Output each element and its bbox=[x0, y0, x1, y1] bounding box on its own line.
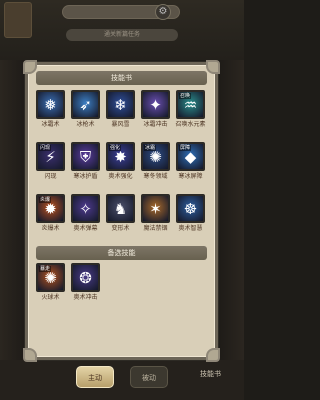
skill-icon-frame[interactable]: ❄ bbox=[106, 90, 135, 119]
settings-gear-icon[interactable]: ⚙ bbox=[155, 4, 171, 20]
skill-slot[interactable]: ✧ 奥术弹幕 bbox=[71, 194, 100, 240]
blizzard-icon: ❄ bbox=[114, 96, 127, 114]
skill-slot[interactable]: ❅ 冰霜术 bbox=[36, 90, 65, 136]
right-scenery bbox=[220, 60, 244, 400]
skill-icon-frame[interactable]: ⚡ 闪现 bbox=[36, 142, 65, 171]
skill-icon-frame[interactable]: ♞ bbox=[106, 194, 135, 223]
skill-tag: 召唤 bbox=[179, 93, 192, 99]
arcane-blast-icon: ❂ bbox=[79, 269, 92, 287]
skill-name: 寒冬领域 bbox=[143, 173, 168, 180]
skill-grid: ❅ 冰霜术 ➶ 冰枪术 ❄ 暴风雪 ✦ 冰霜冲击 ♒ 召唤 召唤水元素 ⚡ 闪现 闪现 ⛨ 寒冰护盾 ✸ 强化 奥术… bbox=[36, 90, 207, 240]
panel-corner-ornament bbox=[206, 60, 220, 74]
skill-name: 冰霜术 bbox=[41, 121, 60, 128]
skill-name: 闪现 bbox=[44, 173, 57, 180]
skill-slot[interactable]: ➶ 冰枪术 bbox=[71, 90, 100, 136]
skill-icon-frame[interactable]: ✧ bbox=[71, 194, 100, 223]
magic-bind-icon: ✶ bbox=[149, 200, 162, 218]
skill-icon-frame[interactable]: ✦ bbox=[141, 90, 170, 119]
equipped-skill-grid: ✺ 暴走火球术 ❂ 奥术冲击 bbox=[36, 263, 207, 309]
skill-tag: 屏障 bbox=[179, 145, 192, 151]
skill-slot[interactable]: ⚡ 闪现 闪现 bbox=[36, 142, 65, 188]
polymorph-icon: ♞ bbox=[113, 200, 128, 218]
panel-corner-ornament bbox=[23, 60, 37, 74]
skill-icon-frame[interactable]: ❂ bbox=[71, 263, 100, 292]
skill-icon-frame[interactable]: ♒ 召唤 bbox=[176, 90, 205, 119]
skill-name: 变形术 bbox=[111, 225, 130, 232]
bottom-nav-bar bbox=[0, 360, 244, 400]
skill-name: 奥术强化 bbox=[108, 173, 133, 180]
skill-icon-frame[interactable]: ✶ bbox=[141, 194, 170, 223]
skill-icon-frame[interactable]: ✸ 强化 bbox=[106, 142, 135, 171]
skill-slot[interactable]: ☸ 奥术智慧 bbox=[176, 194, 205, 240]
skill-icon-frame[interactable]: ❅ bbox=[36, 90, 65, 119]
tab-active-skills[interactable]: 主动 bbox=[76, 366, 114, 388]
frost-shock-icon: ✦ bbox=[149, 96, 162, 114]
skill-slot[interactable]: ♞ 变形术 bbox=[106, 194, 135, 240]
skill-name: 炎爆术 bbox=[41, 225, 60, 232]
skill-icon-frame[interactable]: ✺ 暴走 bbox=[36, 263, 65, 292]
skill-icon-frame[interactable]: ✹ 炎爆 bbox=[36, 194, 65, 223]
skill-tag: 闪现 bbox=[39, 145, 52, 151]
skill-icon-frame[interactable]: ✺ 冰霜 bbox=[141, 142, 170, 171]
skill-name: 火球术 bbox=[41, 294, 60, 301]
skill-tag: 炎爆 bbox=[39, 197, 52, 203]
skill-tag: 冰霜 bbox=[144, 145, 157, 151]
skill-name: 奥术智慧 bbox=[178, 225, 203, 232]
panel-corner-ornament bbox=[23, 348, 37, 362]
skill-slot[interactable]: ✶ 魔法禁锢 bbox=[141, 194, 170, 240]
ice-shard-icon: ❅ bbox=[44, 96, 57, 114]
left-scenery bbox=[0, 60, 24, 400]
skill-name: 冰枪术 bbox=[76, 121, 95, 128]
skill-slot[interactable]: ✦ 冰霜冲击 bbox=[141, 90, 170, 136]
skill-tag: 暴走 bbox=[39, 266, 52, 272]
skill-icon-frame[interactable]: ◆ 屏障 bbox=[176, 142, 205, 171]
ice-lance-icon: ➶ bbox=[79, 96, 92, 114]
skill-icon-frame[interactable]: ➶ bbox=[71, 90, 100, 119]
skill-slot[interactable]: ♒ 召唤召唤水元素 bbox=[175, 90, 206, 136]
skill-name: 冰霜冲击 bbox=[143, 121, 168, 128]
equipped-skills-title: 备选技能 bbox=[36, 246, 207, 260]
skill-slot[interactable]: ✹ 炎爆炎爆术 bbox=[36, 194, 65, 240]
skill-slot[interactable]: ✺ 冰霜寒冬领域 bbox=[141, 142, 170, 188]
skill-name: 奥术冲击 bbox=[73, 294, 98, 301]
skill-name: 奥术弹幕 bbox=[73, 225, 98, 232]
skill-icon-frame[interactable]: ⛨ bbox=[71, 142, 100, 171]
skill-book-panel: 技能书 ❅ 冰霜术 ➶ 冰枪术 ❄ 暴风雪 ✦ 冰霜冲击 ♒ 召唤 召唤水元素 ⚡ 闪现 闪现 ⛨ 寒冰护盾 ✸… bbox=[23, 60, 220, 362]
skill-tag: 强化 bbox=[109, 145, 122, 151]
skill-slot[interactable]: ❂ 奥术冲击 bbox=[71, 263, 100, 309]
skill-name: 暴风雪 bbox=[111, 121, 130, 128]
bottom-nav-label[interactable]: 技能书 bbox=[200, 369, 221, 379]
ice-shield-icon: ⛨ bbox=[79, 148, 92, 166]
skill-slot[interactable]: ✸ 强化奥术强化 bbox=[106, 142, 135, 188]
skill-name: 寒冰护盾 bbox=[73, 173, 98, 180]
skill-name: 寒冰屏障 bbox=[178, 173, 203, 180]
arcane-wisdom-icon: ☸ bbox=[183, 200, 198, 218]
skill-icon-frame[interactable]: ☸ bbox=[176, 194, 205, 223]
skill-name: 召唤水元素 bbox=[175, 121, 206, 128]
skill-slot[interactable]: ❄ 暴风雪 bbox=[106, 90, 135, 136]
task-banner[interactable]: 通关新篇任务 bbox=[66, 29, 178, 41]
skill-name: 魔法禁锢 bbox=[143, 225, 168, 232]
tab-passive-skills[interactable]: 被动 bbox=[130, 366, 168, 388]
panel-corner-ornament bbox=[206, 348, 220, 362]
skill-slot[interactable]: ✺ 暴走火球术 bbox=[36, 263, 65, 309]
skill-slot[interactable]: ◆ 屏障寒冰屏障 bbox=[176, 142, 205, 188]
skill-book-title: 技能书 bbox=[36, 71, 207, 85]
hero-portrait[interactable] bbox=[4, 2, 32, 38]
skill-slot[interactable]: ⛨ 寒冰护盾 bbox=[71, 142, 100, 188]
arcane-barrage-icon: ✧ bbox=[79, 200, 92, 218]
